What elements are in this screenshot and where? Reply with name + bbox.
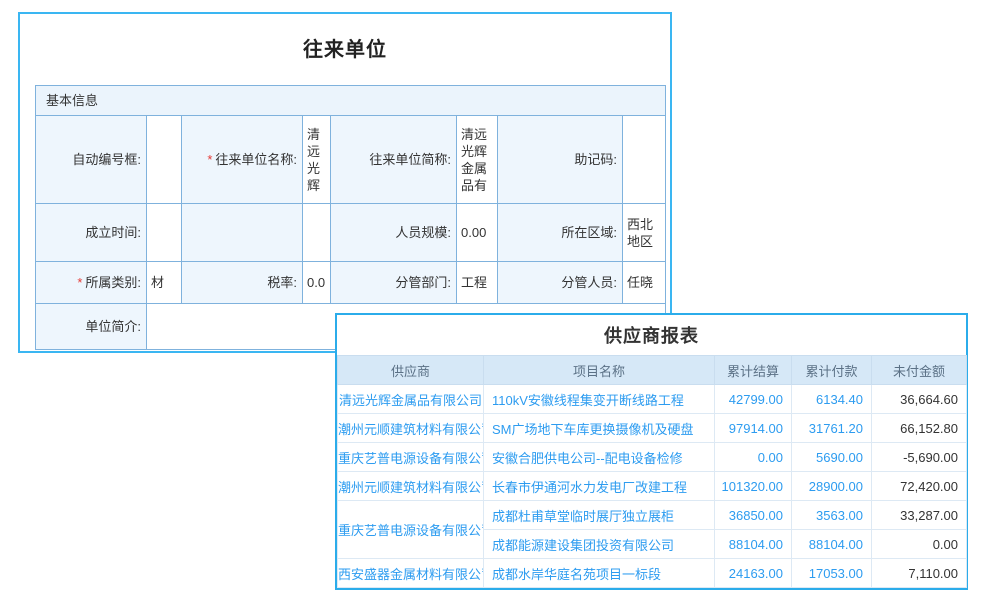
partner-name-value: 清远光辉 [303, 116, 331, 204]
region-label: 所在区域: [498, 204, 623, 262]
paid-amount: 31761.20 [792, 414, 872, 443]
report-title: 供应商报表 [337, 315, 966, 355]
staff-size-label: 人员规模: [331, 204, 457, 262]
supplier-report-table: 供应商 项目名称 累计结算 累计付款 未付金额 清远光辉金属品有限公司 110k… [337, 355, 967, 588]
supplier-link[interactable]: 重庆艺普电源设备有限公司 [338, 443, 484, 472]
supplier-link[interactable]: 潮州元顺建筑材料有限公司 [338, 472, 484, 501]
auto-number-label: 自动编号框: [36, 116, 147, 204]
partner-short-name-value: 清远光辉金属品有 [457, 116, 498, 204]
table-row[interactable]: 重庆艺普电源设备有限公司 安徽合肥供电公司--配电设备检修 0.00 5690.… [338, 443, 967, 472]
department-label: 分管部门: [331, 262, 457, 304]
tax-rate-label: 税率: [182, 262, 303, 304]
category-label: *所属类别: [36, 262, 147, 304]
unpaid-amount: 66,152.80 [872, 414, 967, 443]
table-row[interactable]: 清远光辉金属品有限公司 110kV安徽线程集变开断线路工程 42799.00 6… [338, 385, 967, 414]
basic-info-table: 基本信息 自动编号框: *往来单位名称: 清远光辉 往来单位简称: 清远光辉金属… [35, 85, 666, 350]
table-row[interactable]: 西安盛器金属材料有限公司 成都水岸华庭名苑项目一标段 24163.00 1705… [338, 559, 967, 588]
form-title: 往来单位 [20, 14, 670, 62]
project-link[interactable]: 成都能源建设集团投资有限公司 [484, 530, 715, 559]
unpaid-amount: -5,690.00 [872, 443, 967, 472]
category-value: 材 [147, 262, 182, 304]
settled-amount: 24163.00 [715, 559, 792, 588]
partner-name-label: *往来单位名称: [182, 116, 303, 204]
intro-label: 单位简介: [36, 304, 147, 350]
paid-amount: 17053.00 [792, 559, 872, 588]
paid-amount: 88104.00 [792, 530, 872, 559]
basic-info-section: 基本信息 自动编号框: *往来单位名称: 清远光辉 往来单位简称: 清远光辉金属… [35, 85, 665, 350]
table-row[interactable]: 重庆艺普电源设备有限公司 成都杜甫草堂临时展厅独立展柜 36850.00 356… [338, 501, 967, 530]
manager-label: 分管人员: [498, 262, 623, 304]
mnemonic-code-value [623, 116, 666, 204]
empty-label-cell [182, 204, 303, 262]
project-link[interactable]: 成都水岸华庭名苑项目一标段 [484, 559, 715, 588]
founded-date-label: 成立时间: [36, 204, 147, 262]
tax-rate-value: 0.0 [303, 262, 331, 304]
mnemonic-code-label: 助记码: [498, 116, 623, 204]
supplier-link[interactable]: 潮州元顺建筑材料有限公司 [338, 414, 484, 443]
staff-size-value: 0.00 [457, 204, 498, 262]
supplier-report-panel: 供应商报表 供应商 项目名称 累计结算 累计付款 未付金额 清远光辉金属品有限公… [335, 313, 968, 590]
region-value: 西北地区 [623, 204, 666, 262]
founded-date-value [147, 204, 182, 262]
auto-number-value [147, 116, 182, 204]
supplier-link[interactable]: 西安盛器金属材料有限公司 [338, 559, 484, 588]
settled-amount: 0.00 [715, 443, 792, 472]
department-value: 工程 [457, 262, 498, 304]
settled-amount: 88104.00 [715, 530, 792, 559]
unpaid-amount: 33,287.00 [872, 501, 967, 530]
project-link[interactable]: 110kV安徽线程集变开断线路工程 [484, 385, 715, 414]
required-icon: * [77, 275, 82, 290]
unpaid-amount: 0.00 [872, 530, 967, 559]
report-header-row: 供应商 项目名称 累计结算 累计付款 未付金额 [338, 356, 967, 385]
paid-amount: 6134.40 [792, 385, 872, 414]
paid-amount: 5690.00 [792, 443, 872, 472]
unpaid-amount: 7,110.00 [872, 559, 967, 588]
project-link[interactable]: 长春市伊通河水力发电厂改建工程 [484, 472, 715, 501]
partner-form-panel: 往来单位 基本信息 自动编号框: *往来单位名称: 清远光辉 往来单位简称: 清… [18, 12, 672, 353]
table-row[interactable]: 潮州元顺建筑材料有限公司 长春市伊通河水力发电厂改建工程 101320.00 2… [338, 472, 967, 501]
supplier-link[interactable]: 清远光辉金属品有限公司 [338, 385, 484, 414]
settled-amount: 36850.00 [715, 501, 792, 530]
paid-amount: 28900.00 [792, 472, 872, 501]
manager-value: 任晓 [623, 262, 666, 304]
empty-value-cell [303, 204, 331, 262]
settled-amount: 42799.00 [715, 385, 792, 414]
section-header-basic-info: 基本信息 [36, 86, 666, 116]
table-row[interactable]: 潮州元顺建筑材料有限公司 SM广场地下车库更换摄像机及硬盘 97914.00 3… [338, 414, 967, 443]
project-link[interactable]: 成都杜甫草堂临时展厅独立展柜 [484, 501, 715, 530]
unpaid-amount: 72,420.00 [872, 472, 967, 501]
partner-short-name-label: 往来单位简称: [331, 116, 457, 204]
supplier-link[interactable]: 重庆艺普电源设备有限公司 [338, 501, 484, 559]
unpaid-amount: 36,664.60 [872, 385, 967, 414]
column-header-project: 项目名称 [484, 356, 715, 385]
column-header-settled: 累计结算 [715, 356, 792, 385]
project-link[interactable]: 安徽合肥供电公司--配电设备检修 [484, 443, 715, 472]
project-link[interactable]: SM广场地下车库更换摄像机及硬盘 [484, 414, 715, 443]
column-header-paid: 累计付款 [792, 356, 872, 385]
settled-amount: 101320.00 [715, 472, 792, 501]
column-header-unpaid: 未付金额 [872, 356, 967, 385]
required-icon: * [207, 152, 212, 167]
paid-amount: 3563.00 [792, 501, 872, 530]
settled-amount: 97914.00 [715, 414, 792, 443]
column-header-supplier: 供应商 [338, 356, 484, 385]
